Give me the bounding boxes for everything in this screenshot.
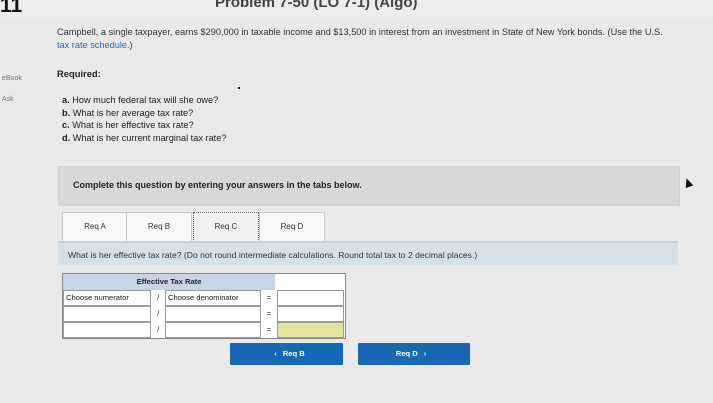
numerator-select[interactable]: Choose numerator <box>63 290 151 306</box>
requirement-c: c. What is her effective tax rate? <box>62 120 194 130</box>
effective-rate-result[interactable] <box>277 322 344 338</box>
next-button-label: Req D <box>395 349 418 358</box>
prompt-text: What is her effective tax rate? (Do not … <box>68 250 478 260</box>
denominator-select[interactable]: Choose denominator <box>165 290 261 306</box>
prev-button-label: Req B <box>282 349 305 358</box>
result-cell[interactable] <box>277 290 344 306</box>
requirement-b: b. What is her average tax rate? <box>62 107 194 118</box>
numerator-input[interactable] <box>63 306 151 322</box>
tab-req-c[interactable]: Req C <box>193 212 259 242</box>
question-body: Campbell, a single taxpayer, earns $290,… <box>57 27 663 37</box>
required-heading: Required: <box>57 68 101 79</box>
tab-req-d[interactable]: Req D <box>259 212 325 242</box>
equals-symbol: = <box>266 325 272 334</box>
result-cell[interactable] <box>277 306 344 322</box>
divide-symbol: / <box>156 325 160 334</box>
requirement-d: d. What is her current marginal tax rate… <box>62 132 227 143</box>
sidebar-ebook-link[interactable]: eBook <box>2 75 22 82</box>
table-title: Effective Tax Rate <box>63 274 275 290</box>
mouse-cursor-icon <box>682 176 694 189</box>
stray-dot <box>238 87 240 89</box>
equals-symbol: = <box>266 293 272 302</box>
denominator-input[interactable] <box>165 322 261 338</box>
next-req-button[interactable]: Req D › <box>358 343 470 365</box>
equals-symbol: = <box>266 309 272 318</box>
instructions-panel: Complete this question by entering your … <box>58 166 680 206</box>
problem-title: Problem 7-50 (LO 7-1) (Algo) <box>215 0 418 11</box>
divide-symbol: / <box>156 309 160 318</box>
requirement-a: a. How much federal tax will she owe? <box>62 95 219 105</box>
denominator-input[interactable] <box>165 306 261 322</box>
requirement-tabs: Req A Req B Req C Req D <box>58 212 678 242</box>
divide-symbol: / <box>156 293 160 302</box>
question-text: Campbell, a single taxpayer, earns $290,… <box>57 26 677 52</box>
instructions-text: Complete this question by entering your … <box>73 180 362 190</box>
prompt-area: What is her effective tax rate? (Do not … <box>58 243 678 265</box>
problem-number: 11 <box>0 0 23 17</box>
chevron-right-icon: › <box>423 349 427 358</box>
tab-req-a[interactable]: Req A <box>62 212 128 242</box>
prev-req-button[interactable]: ‹ Req B <box>230 343 343 365</box>
chevron-left-icon: ‹ <box>274 349 277 358</box>
effective-tax-rate-table: Effective Tax Rate Choose numerator / Ch… <box>62 273 346 339</box>
tab-req-b[interactable]: Req B <box>126 212 192 242</box>
requirements-list: a. How much federal tax will she owe? b.… <box>62 94 226 144</box>
question-body-end: ) <box>129 40 133 50</box>
table-header-gap <box>275 274 345 290</box>
sidebar-ask-link[interactable]: Ask <box>2 96 14 103</box>
tax-rate-schedule-link[interactable]: tax rate schedule. <box>57 40 130 50</box>
numerator-input[interactable] <box>63 322 151 338</box>
